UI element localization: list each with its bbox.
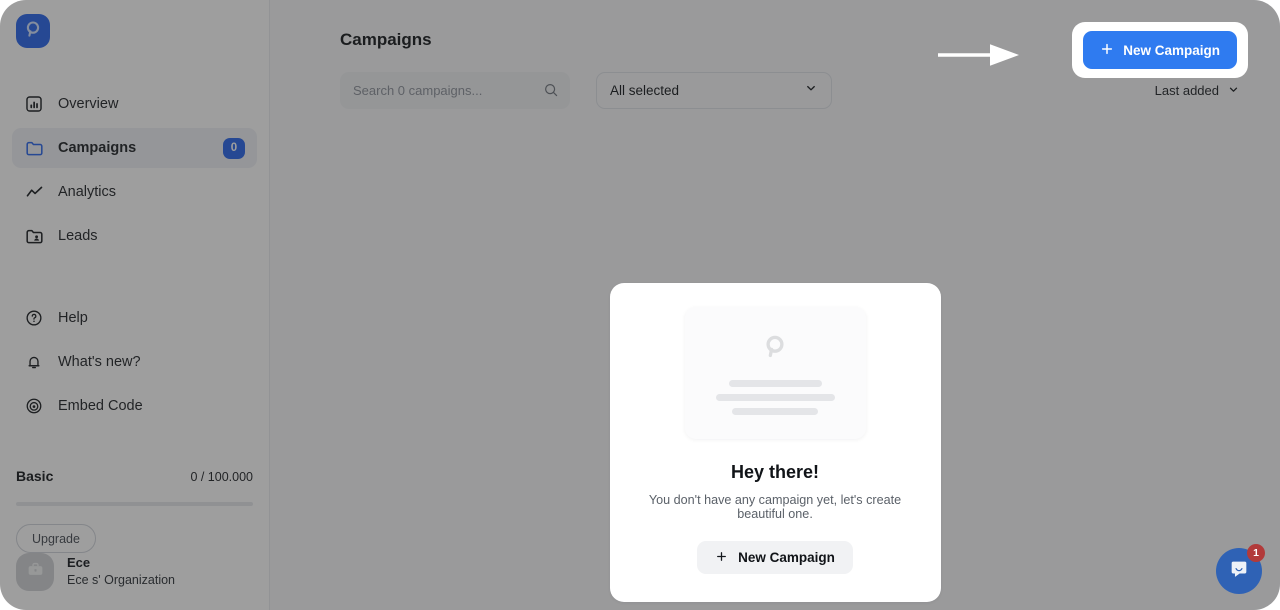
plan-progress-bar: [16, 502, 253, 506]
sidebar-item-analytics[interactable]: Analytics: [12, 172, 257, 212]
page-title: Campaigns: [340, 30, 432, 49]
user-text-block: Ece Ece s' Organization: [67, 555, 175, 588]
chevron-down-icon: [804, 81, 818, 100]
trend-line-icon: [24, 182, 44, 202]
new-campaign-button-label: New Campaign: [1123, 42, 1220, 58]
app-logo[interactable]: [16, 14, 50, 48]
sidebar-primary-nav: Overview Campaigns 0 Analytics Leads: [0, 84, 269, 260]
folder-icon: [24, 138, 44, 158]
campaigns-count-badge: 0: [223, 137, 245, 159]
sidebar-item-campaigns[interactable]: Campaigns 0: [12, 128, 257, 168]
empty-state-illustration: [684, 307, 866, 439]
plan-quota: 0 / 100.000: [190, 470, 253, 484]
sidebar-secondary-nav: Help What's new? Embed Code: [0, 298, 269, 430]
filter-select-value: All selected: [610, 83, 680, 98]
empty-state-new-campaign-button[interactable]: New Campaign: [697, 541, 853, 574]
question-circle-icon: [24, 308, 44, 328]
bar-chart-icon: [24, 94, 44, 114]
sidebar-item-embed-code[interactable]: Embed Code: [12, 386, 257, 426]
filter-select[interactable]: All selected: [596, 72, 832, 109]
bell-icon: [24, 352, 44, 372]
broadcast-icon: [24, 396, 44, 416]
plan-header-row: Basic 0 / 100.000: [16, 468, 253, 484]
plan-section: Basic 0 / 100.000 Upgrade: [0, 448, 269, 553]
paperbell-logo-placeholder-icon: [760, 332, 790, 367]
leads-folder-icon: [24, 226, 44, 246]
sort-label: Last added: [1154, 83, 1219, 98]
sidebar-item-whats-new[interactable]: What's new?: [12, 342, 257, 382]
paperbell-logo-icon: [23, 19, 43, 44]
sidebar-item-label: Overview: [58, 96, 119, 112]
app-window: Overview Campaigns 0 Analytics Leads Hel…: [0, 0, 1280, 610]
avatar: [16, 553, 54, 591]
new-campaign-spotlight: New Campaign: [1072, 22, 1248, 78]
search-field-wrapper[interactable]: [340, 72, 570, 109]
sidebar-item-overview[interactable]: Overview: [12, 84, 257, 124]
plan-name: Basic: [16, 468, 54, 484]
sidebar: Overview Campaigns 0 Analytics Leads Hel…: [0, 0, 270, 610]
empty-state-card: Hey there! You don't have any campaign y…: [609, 283, 941, 602]
sidebar-item-leads[interactable]: Leads: [12, 216, 257, 256]
sidebar-item-label: Analytics: [58, 184, 117, 200]
chevron-down-icon: [1227, 83, 1240, 99]
plus-icon: [715, 550, 728, 566]
empty-state-title: Hey there!: [730, 462, 820, 482]
briefcase-icon: [26, 560, 45, 584]
search-input[interactable]: [340, 72, 570, 109]
sidebar-item-label: What's new?: [58, 354, 141, 370]
upgrade-button[interactable]: Upgrade: [16, 524, 96, 553]
empty-state-container: Hey there! You don't have any campaign y…: [270, 283, 1280, 602]
new-campaign-button[interactable]: New Campaign: [1083, 31, 1237, 69]
empty-state-subtitle: You don't have any campaign yet, let's c…: [648, 493, 902, 521]
logo-container: [0, 0, 269, 48]
user-organization: Ece s' Organization: [67, 572, 175, 587]
sidebar-item-help[interactable]: Help: [12, 298, 257, 338]
sort-control[interactable]: Last added: [1155, 83, 1240, 99]
sidebar-item-label: Campaigns: [58, 140, 137, 156]
user-account-row[interactable]: Ece Ece s' Organization: [0, 553, 269, 610]
right-arrow-annotation-icon: [938, 41, 1020, 74]
illustration-placeholder-lines: [715, 379, 835, 415]
sidebar-item-label: Embed Code: [58, 398, 143, 414]
sidebar-item-label: Help: [58, 310, 88, 326]
empty-state-button-label: New Campaign: [738, 550, 835, 565]
sidebar-item-label: Leads: [58, 228, 98, 244]
user-name: Ece: [67, 555, 91, 571]
search-icon: [543, 82, 559, 103]
plus-icon: [1100, 42, 1114, 59]
